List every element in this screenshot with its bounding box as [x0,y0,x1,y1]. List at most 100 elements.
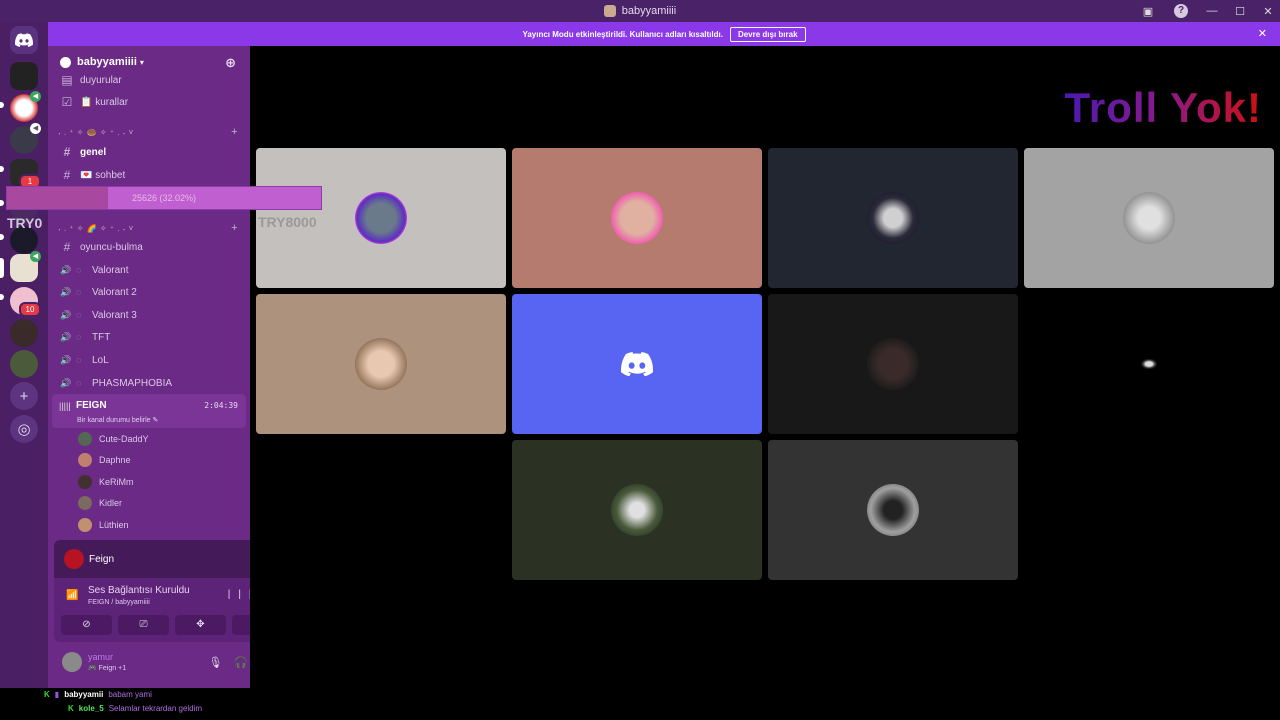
channel-status-button[interactable]: Bir kanal durumu belirle ✎ [77,416,158,424]
minimize-button[interactable]: — [1200,5,1224,17]
screen-share-icon[interactable]: ▣ [1136,5,1160,18]
server-icon-babyyamiiii[interactable]: ◀ [10,251,41,282]
voice-user[interactable]: KeRiMm [78,472,134,491]
voice-channel-tft[interactable]: 🔊 ◌ TFT [56,327,244,347]
avatar [78,517,92,532]
rules-icon: ☑ [61,95,73,109]
overlay-progress-bar: 25626 (32.02%) [6,186,322,210]
microphone-icon[interactable]: 🎙 [208,657,234,669]
create-channel-icon[interactable]: + [231,222,238,234]
participant-tile[interactable] [512,440,762,580]
signal-icon[interactable]: 📶 [66,590,78,601]
server-icon-w[interactable] [10,62,38,90]
channel-duyurular[interactable]: ▤ duyurular [56,70,244,90]
participant-tile[interactable] [256,294,506,434]
chat-message: babam yami [108,690,152,699]
window-titlebar: babyyamiiii ▣ ? — ☐ ✕ [0,0,1280,22]
channel-genel[interactable]: # genel [56,142,244,162]
voice-activity-icon: ◌ [76,287,82,297]
participant-tile[interactable] [1024,294,1274,434]
server-avatar-icon [60,56,71,68]
server-icon-mail[interactable]: 1 [10,159,41,189]
activities-button[interactable]: ✥ [175,615,226,635]
speaker-icon: ◀ [30,91,41,102]
chat-user: kole_5 [78,704,104,713]
chevron-down-icon: ▾ [139,57,144,67]
voice-user[interactable]: Lüthien [78,515,129,534]
voice-channel-valorant-3[interactable]: 🔊 ◌ Valorant 3 [56,305,244,325]
server-icon-girls[interactable]: ◀ [10,123,41,154]
progress-text: 25626 (32.02%) [131,193,197,203]
close-icon[interactable]: ✕ [1258,27,1267,40]
connection-channel: FEIGN / babyyamiiii [88,599,150,606]
explore-servers-button[interactable]: ◎ [10,415,38,443]
help-icon[interactable]: ? [1174,4,1188,18]
maximize-button[interactable]: ☐ [1228,5,1252,18]
announcement-icon: ▤ [61,73,73,87]
voice-panel-name: Feign [89,553,115,565]
avatar [78,452,92,467]
avatar [78,495,92,510]
camera-button[interactable]: ⊘ [61,615,112,635]
category-header[interactable]: ˖ . ⁺ ✧ 🌈 ✧ ⁺ . ˖ ˅ + [58,222,242,234]
voice-activity-icon: ◌ [76,378,82,388]
participant-tile[interactable] [768,294,1018,434]
discord-icon [15,33,33,47]
participant-tile[interactable] [768,440,1018,580]
server-icon-christmas[interactable]: ◀ [10,91,41,122]
chat-line: K kole_5 Selamlar tekrardan geldim [68,702,202,715]
hash-icon: # [63,145,71,159]
voice-channel-valorant-2[interactable]: 🔊 ◌ Valorant 2 [56,282,244,302]
mention-badge: 10 [19,302,41,317]
avatar [867,484,919,536]
server-icon-portrait[interactable] [10,319,38,347]
badge-icon: ▮ [54,690,60,699]
voice-activity-icon: ◌ [76,310,82,320]
overlay-label: TRY8000 [258,214,317,230]
voice-user[interactable]: Daphne [78,450,131,469]
selected-server-pill [0,258,4,278]
server-icon-green[interactable] [10,350,38,378]
voice-channel-feign[interactable]: ||||| FEIGN 2:04:39 Bir kanal durumu bel… [52,394,246,428]
speaker-icon: ◀ [30,251,41,262]
window-title: babyyamiiii [621,5,677,17]
avatar[interactable] [62,652,82,672]
speaker-icon: 🔊 [60,331,72,342]
voice-user[interactable]: Cute-DaddY [78,429,149,448]
voice-user[interactable]: Kidler [78,493,122,512]
voice-grid: Troll Yok! [250,46,1280,688]
channel-sohbet[interactable]: # 💌 sohbet [56,165,244,185]
connection-status[interactable]: Ses Bağlantısı Kuruldu [88,585,190,596]
category-header[interactable]: ˖ . ⁺ ✧ 🍩 ✧ ⁺ . ˖ ˅ + [58,126,242,138]
speaker-icon: 🔊 [60,354,72,365]
window-controls: ▣ ? — ☐ ✕ [1132,0,1280,22]
voice-channel-phasmaphobia[interactable]: 🔊 ◌ PHASMAPHOBIA [56,373,244,393]
disable-streamer-mode-button[interactable]: Devre dışı bırak [729,26,806,42]
participant-tile[interactable] [768,148,1018,288]
screen-share-button[interactable]: ⎚ [118,615,169,635]
invite-people-icon[interactable]: ⊕ [225,55,236,71]
participant-tile[interactable] [512,294,762,434]
participant-tile[interactable] [1024,148,1274,288]
chat-user: babyyamii [64,690,104,699]
add-server-button[interactable]: + [10,382,38,410]
voice-channel-valorant[interactable]: 🔊 ◌ Valorant [56,260,244,280]
voice-channel-lol[interactable]: 🔊 ◌ LoL [56,350,244,370]
channel-kurallar[interactable]: ☑ 📋 kurallar [56,92,244,112]
create-channel-icon[interactable]: + [231,126,238,138]
server-icon-pink[interactable]: 10 [10,287,41,317]
speaker-icon: ◀ [30,123,41,134]
discord-home-button[interactable] [10,26,38,54]
channel-oyuncu-bulma[interactable]: # oyuncu-bulma [56,237,244,257]
chat-line: K ▮ babyyamii babam yami [44,688,152,701]
unread-pill [0,200,4,206]
banner-text: Yayıncı Modu etkinleştirildi. Kullanıcı … [522,29,723,39]
avatar [1123,338,1175,390]
close-window-button[interactable]: ✕ [1256,5,1280,18]
unread-pill [0,102,4,108]
avatar [78,474,92,489]
speaker-icon: 🔊 [60,377,72,388]
participant-tile[interactable] [512,148,762,288]
username[interactable]: yamur [88,652,113,662]
avatar [867,338,919,390]
